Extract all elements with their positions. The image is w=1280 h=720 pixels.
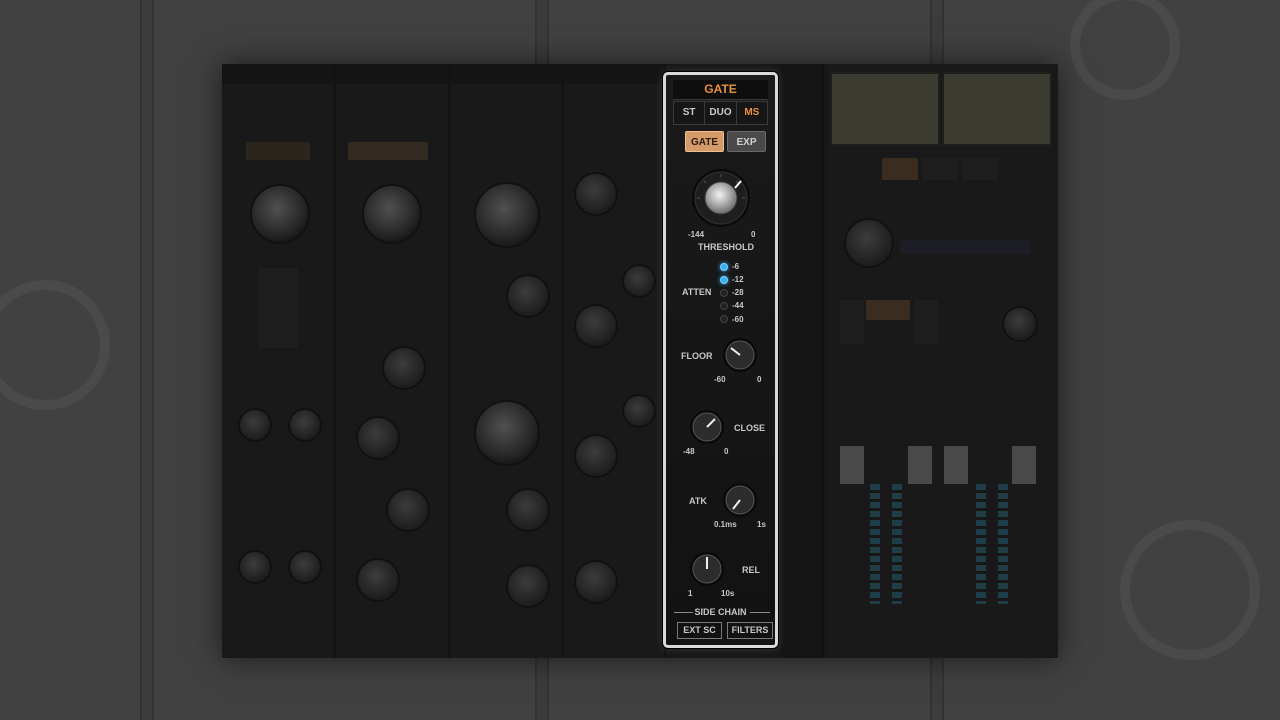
plugin-window (222, 64, 1058, 658)
atten-step-label: -44 (732, 301, 744, 310)
background-app (0, 0, 1280, 720)
floor-knob[interactable] (722, 337, 758, 373)
atten-led-12[interactable] (720, 276, 728, 284)
atten-led-44[interactable] (720, 302, 728, 310)
atk-knob[interactable] (722, 482, 758, 518)
background-knob-icon (1070, 0, 1180, 100)
rel-knob-icon (690, 552, 724, 586)
rel-label: REL (742, 565, 760, 575)
background-knob-icon (1120, 520, 1260, 660)
ext-sc-button[interactable]: EXT SC (677, 622, 722, 639)
rel-min-label: 1 (688, 589, 693, 598)
atten-label: ATTEN (682, 287, 712, 297)
threshold-label: THRESHOLD (698, 242, 754, 252)
gate-type-button[interactable]: GATE (685, 131, 724, 152)
exp-type-button[interactable]: EXP (727, 131, 766, 152)
mode-st-button[interactable]: ST (674, 102, 706, 124)
floor-min-label: -60 (714, 375, 726, 384)
atten-step-label: -12 (732, 275, 744, 284)
atten-led-28[interactable] (720, 289, 728, 297)
threshold-max-label: 0 (751, 230, 756, 239)
atk-label: ATK (689, 496, 707, 506)
background-knob-icon (0, 280, 110, 410)
type-selector: GATE EXP (685, 131, 766, 152)
mode-duo-button[interactable]: DUO (705, 102, 737, 124)
close-max-label: 0 (724, 447, 729, 456)
atten-step-label: -6 (732, 262, 740, 271)
gate-module: GATE ST DUO MS GATE EXP -144 0 THRESHOLD… (663, 72, 778, 648)
threshold-knob[interactable] (691, 168, 751, 228)
atten-led-6[interactable] (720, 263, 728, 271)
close-label: CLOSE (734, 423, 766, 433)
side-chain-title: SIDE CHAIN (694, 607, 747, 617)
mode-ms-button[interactable]: MS (736, 102, 767, 124)
mode-selector: ST DUO MS (673, 101, 768, 125)
floor-label: FLOOR (681, 351, 713, 361)
atk-max-label: 1s (757, 520, 766, 529)
rel-knob[interactable] (689, 551, 725, 587)
rel-max-label: 10s (721, 589, 735, 598)
close-knob-icon (690, 410, 724, 444)
atten-step-label: -60 (732, 315, 744, 324)
close-knob[interactable] (689, 409, 725, 445)
atten-step-label: -28 (732, 288, 744, 297)
threshold-min-label: -144 (688, 230, 705, 239)
floor-knob-icon (723, 338, 757, 372)
filters-button[interactable]: FILTERS (727, 622, 773, 639)
floor-max-label: 0 (757, 375, 762, 384)
module-title: GATE (673, 80, 768, 100)
atk-min-label: 0.1ms (714, 520, 737, 529)
atten-led-60[interactable] (720, 315, 728, 323)
background-divider (140, 0, 154, 720)
close-min-label: -48 (683, 447, 695, 456)
atk-knob-icon (723, 483, 757, 517)
threshold-knob-icon (692, 169, 750, 227)
